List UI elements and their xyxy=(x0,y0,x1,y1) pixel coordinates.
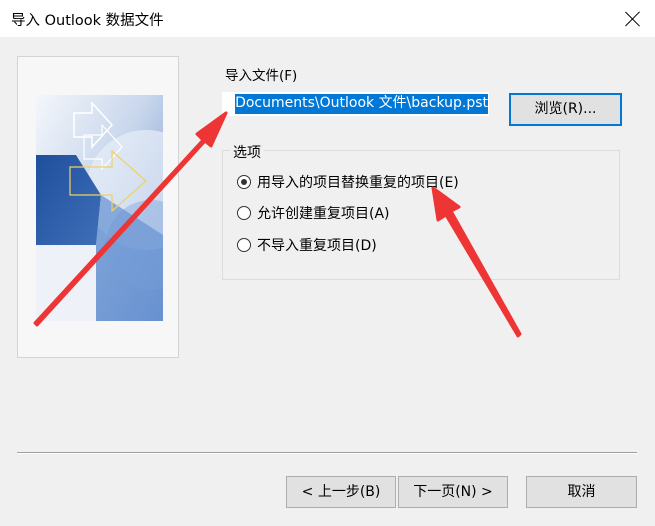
options-group-title: 选项 xyxy=(230,142,264,162)
next-button[interactable]: 下一页(N) > xyxy=(398,476,508,508)
file-path-input[interactable]: Documents\Outlook 文件\backup.pst xyxy=(222,92,489,116)
wizard-graphic xyxy=(36,95,163,321)
option-label: 允许创建重复项目(A) xyxy=(257,206,390,222)
window-title: 导入 Outlook 数据文件 xyxy=(11,13,164,29)
radio-empty-icon xyxy=(237,238,251,252)
cancel-button[interactable]: 取消 xyxy=(526,476,637,508)
title-bar: 导入 Outlook 数据文件 xyxy=(0,0,655,37)
browse-button[interactable]: 浏览(R)... xyxy=(509,93,622,126)
wizard-panel xyxy=(17,56,179,358)
option-allow-duplicates[interactable]: 允许创建重复项目(A) xyxy=(237,203,390,223)
radio-empty-icon xyxy=(237,206,251,220)
close-icon[interactable] xyxy=(620,6,646,32)
import-file-label: 导入文件(F) xyxy=(225,68,298,84)
option-replace-duplicates[interactable]: 用导入的项目替换重复的项目(E) xyxy=(237,172,459,192)
option-no-duplicates[interactable]: 不导入重复项目(D) xyxy=(237,235,377,255)
option-label: 不导入重复项目(D) xyxy=(257,238,377,254)
radio-selected-icon xyxy=(237,175,251,189)
footer-divider xyxy=(17,452,637,454)
option-label: 用导入的项目替换重复的项目(E) xyxy=(257,175,459,191)
back-button[interactable]: < 上一步(B) xyxy=(286,476,396,508)
file-path-value: Documents\Outlook 文件\backup.pst xyxy=(235,94,488,114)
